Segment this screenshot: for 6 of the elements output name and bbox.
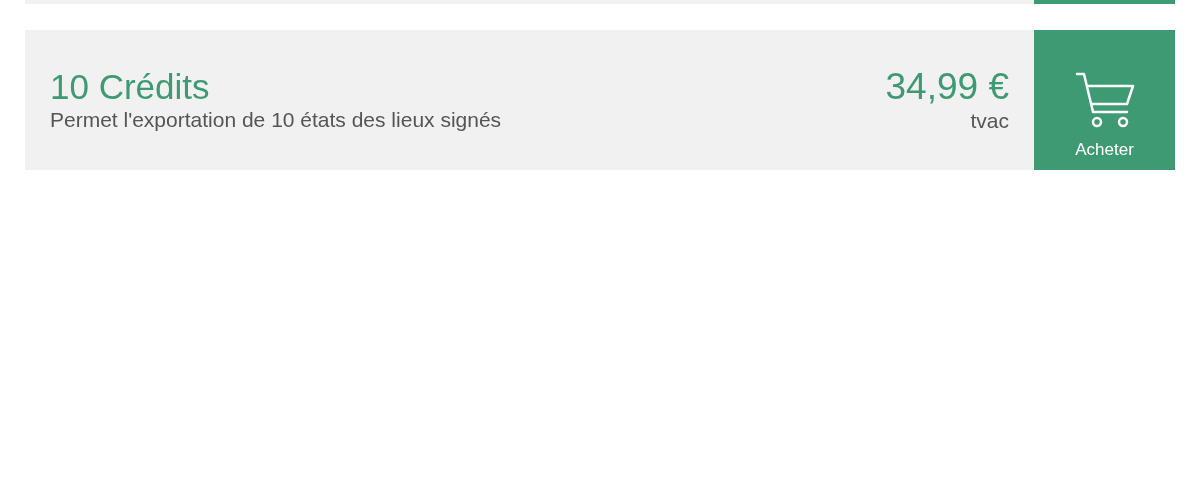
tax-note: tvac (970, 108, 1009, 134)
cart-icon (1074, 72, 1135, 130)
buy-button[interactable]: Acheter (1034, 30, 1175, 170)
price: 34,99 € (885, 66, 1009, 108)
product-description: Permet l'exportation de 10 états des lieux signés (50, 107, 503, 133)
product-title: 10 Crédits (50, 67, 211, 107)
